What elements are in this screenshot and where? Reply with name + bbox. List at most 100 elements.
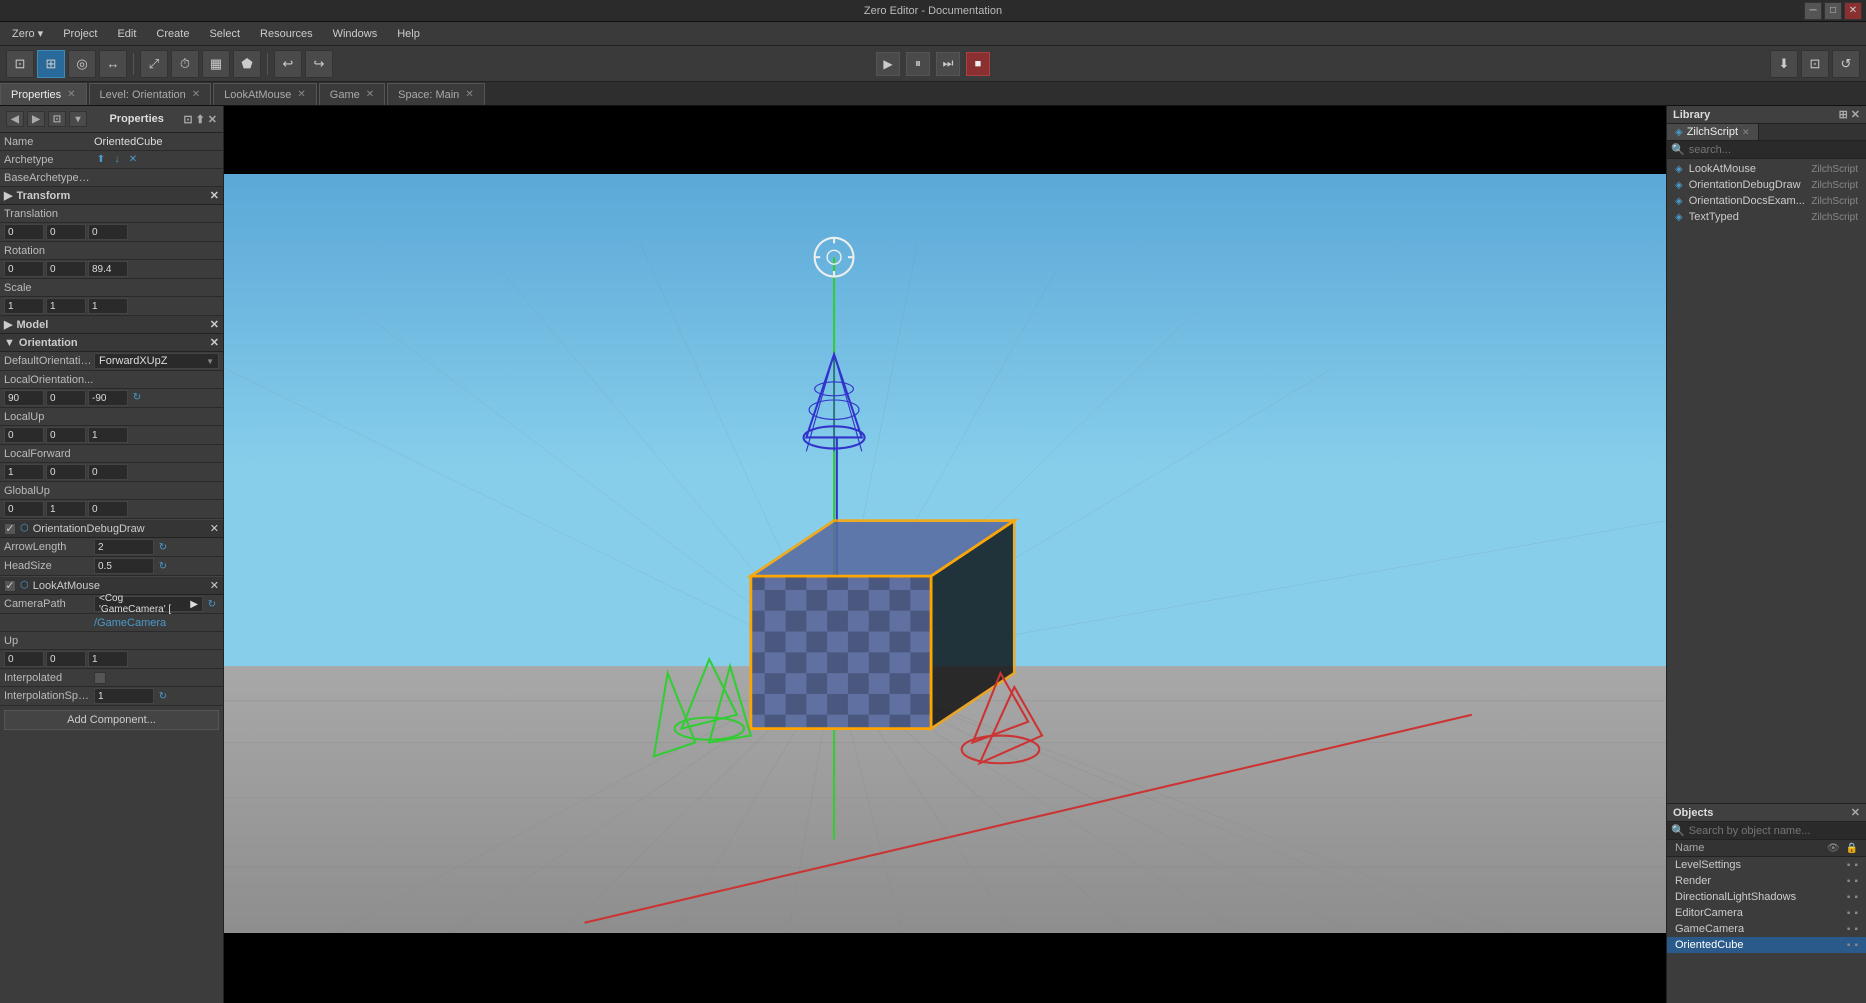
props-back-button[interactable]: ◀ (6, 111, 24, 127)
tool-rotate[interactable]: ◎ (68, 50, 96, 78)
local-orientation-refresh[interactable]: ↻ (130, 390, 144, 404)
tab-game-close[interactable]: ✕ (366, 89, 374, 100)
up-y[interactable] (46, 651, 86, 667)
head-size-refresh[interactable]: ↻ (156, 559, 170, 573)
tab-space-main[interactable]: Space: Main ✕ (387, 83, 485, 105)
global-up-y[interactable] (46, 501, 86, 517)
object-item[interactable]: GameCamera ▪ ▪ (1667, 921, 1866, 937)
menu-project[interactable]: Project (55, 26, 105, 42)
interpolation-speed-refresh[interactable]: ↻ (156, 689, 170, 703)
library-grid-icon[interactable]: ⊞ (1839, 108, 1848, 121)
tab-space-main-close[interactable]: ✕ (465, 89, 473, 100)
orientation-section-header[interactable]: ▼ Orientation ✕ (0, 334, 223, 352)
camera-path-refresh[interactable]: ↻ (205, 597, 219, 611)
tab-level-orientation[interactable]: Level: Orientation ✕ (89, 83, 212, 105)
props-home-button[interactable]: ⊡ (48, 111, 66, 127)
menu-edit[interactable]: Edit (109, 26, 144, 42)
look-at-mouse-checkbox[interactable]: ✓ (4, 580, 16, 592)
props-icon2[interactable]: ⬆ (196, 113, 205, 126)
orientation-debug-draw-close[interactable]: ✕ (210, 522, 219, 535)
view-button[interactable]: ⊡ (1801, 50, 1829, 78)
arrow-length-input[interactable] (94, 539, 154, 555)
local-forward-y[interactable] (46, 464, 86, 480)
tab-lookatmouse[interactable]: LookAtMouse ✕ (213, 83, 317, 105)
menu-create[interactable]: Create (148, 26, 197, 42)
local-orientation-y[interactable] (46, 390, 86, 406)
tab-lookatmouse-close[interactable]: ✕ (297, 89, 305, 100)
local-up-y[interactable] (46, 427, 86, 443)
transform-section-header[interactable]: ▶ Transform ✕ (0, 187, 223, 205)
props-forward-button[interactable]: ▶ (27, 111, 45, 127)
objects-search-input[interactable] (1689, 825, 1862, 837)
objects-close-icon[interactable]: ✕ (1851, 806, 1860, 819)
library-close-icon[interactable]: ✕ (1851, 108, 1860, 121)
object-item-oriented-cube[interactable]: OrientedCube ▪ ▪ (1667, 937, 1866, 953)
play-button[interactable]: ▶ (876, 52, 900, 76)
list-item[interactable]: ◈ TextTyped ZilchScript (1667, 209, 1866, 225)
look-at-mouse-close[interactable]: ✕ (210, 579, 219, 592)
props-icon1[interactable]: ⊡ (183, 113, 192, 126)
menu-resources[interactable]: Resources (252, 26, 321, 42)
tool-select[interactable]: ⊡ (6, 50, 34, 78)
menu-help[interactable]: Help (389, 26, 428, 42)
object-item[interactable]: EditorCamera ▪ ▪ (1667, 905, 1866, 921)
refresh-button[interactable]: ↺ (1832, 50, 1860, 78)
default-orientation-dropdown[interactable]: ForwardXUpZ ▼ (94, 353, 219, 369)
local-forward-z[interactable] (88, 464, 128, 480)
local-up-z[interactable] (88, 427, 128, 443)
library-search-input[interactable] (1689, 144, 1862, 156)
download-button[interactable]: ⬇ (1770, 50, 1798, 78)
object-item[interactable]: DirectionalLightShadows ▪ ▪ (1667, 889, 1866, 905)
tool-history2[interactable]: ↪ (305, 50, 333, 78)
scale-y[interactable] (46, 298, 86, 314)
props-close[interactable]: ✕ (208, 113, 217, 126)
head-size-input[interactable] (94, 558, 154, 574)
tab-properties[interactable]: Properties ✕ (0, 83, 87, 105)
transform-close[interactable]: ✕ (210, 189, 219, 202)
menu-select[interactable]: Select (201, 26, 248, 42)
tool-timing[interactable]: ⏱ (171, 50, 199, 78)
local-forward-x[interactable] (4, 464, 44, 480)
orientation-close[interactable]: ✕ (210, 336, 219, 349)
tool-translate[interactable]: ⊞ (37, 50, 65, 78)
tool-extra2[interactable]: ⬟ (233, 50, 261, 78)
add-component-button[interactable]: Add Component... (4, 710, 219, 730)
object-item[interactable]: LevelSettings ▪ ▪ (1667, 857, 1866, 873)
close-button[interactable]: ✕ (1844, 2, 1862, 20)
minimize-button[interactable]: ─ (1804, 2, 1822, 20)
translation-z[interactable] (88, 224, 128, 240)
object-item[interactable]: Render ▪ ▪ (1667, 873, 1866, 889)
archetype-btn2[interactable]: ↓ (110, 153, 124, 167)
props-recent-button[interactable]: ▾ (69, 111, 87, 127)
archetype-btn1[interactable]: ⬆ (94, 153, 108, 167)
interpolated-checkbox[interactable] (94, 672, 106, 684)
global-up-x[interactable] (4, 501, 44, 517)
global-up-z[interactable] (88, 501, 128, 517)
scale-x[interactable] (4, 298, 44, 314)
tab-game[interactable]: Game ✕ (319, 83, 385, 105)
tool-extra1[interactable]: ▦ (202, 50, 230, 78)
viewport-3d[interactable] (224, 174, 1666, 933)
archetype-btn3[interactable]: ✕ (126, 153, 140, 167)
up-x[interactable] (4, 651, 44, 667)
list-item[interactable]: ◈ OrientationDebugDraw ZilchScript (1667, 177, 1866, 193)
translation-x[interactable] (4, 224, 44, 240)
interpolation-speed-input[interactable] (94, 688, 154, 704)
arrow-length-refresh[interactable]: ↻ (156, 540, 170, 554)
local-orientation-z[interactable] (88, 390, 128, 406)
tool-history[interactable]: ↩ (274, 50, 302, 78)
scale-z[interactable] (88, 298, 128, 314)
tool-snap[interactable]: ⤢ (140, 50, 168, 78)
translation-y[interactable] (46, 224, 86, 240)
menu-zero[interactable]: Zero ▾ (4, 25, 51, 42)
local-up-x[interactable] (4, 427, 44, 443)
list-item[interactable]: ◈ OrientationDocsExam... ZilchScript (1667, 193, 1866, 209)
tab-properties-close[interactable]: ✕ (67, 89, 75, 100)
camera-path-dropdown[interactable]: <Cog 'GameCamera' [ ▶ (94, 596, 203, 612)
model-section-header[interactable]: ▶ Model ✕ (0, 316, 223, 334)
model-close[interactable]: ✕ (210, 318, 219, 331)
orientation-debug-draw-checkbox[interactable]: ✓ (4, 523, 16, 535)
local-orientation-x[interactable] (4, 390, 44, 406)
lib-tab-close[interactable]: ✕ (1742, 127, 1750, 138)
menu-windows[interactable]: Windows (325, 26, 386, 42)
